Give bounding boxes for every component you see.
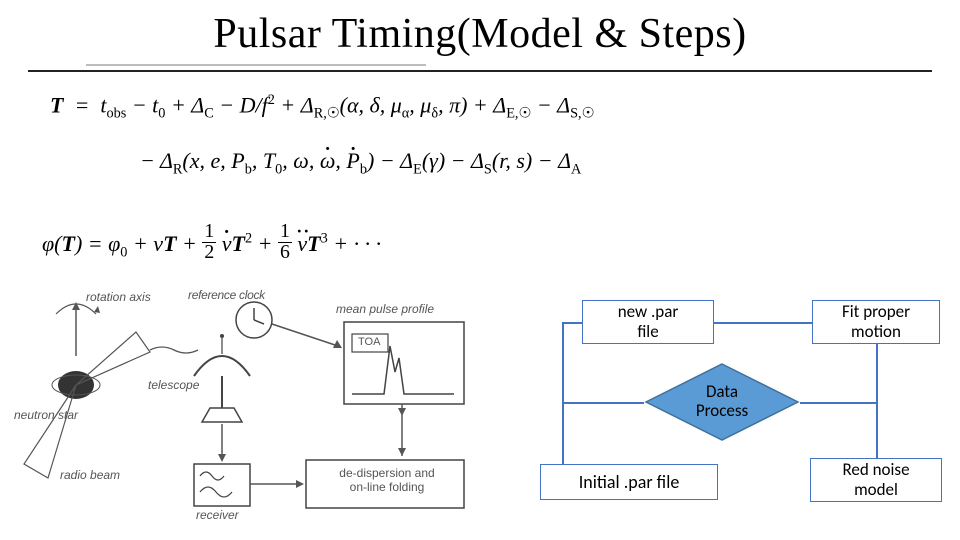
box-initial-par-file: Initial .par file xyxy=(540,464,718,500)
conn-left-to-newpar xyxy=(562,322,582,324)
box-fit-proper-label: Fit proper motion xyxy=(842,302,910,341)
box-initial-label: Initial .par file xyxy=(579,472,680,493)
label-mean-pulse-profile: mean pulse profile xyxy=(336,302,434,316)
label-neutron-star: neutron star xyxy=(14,408,78,422)
label-dedispersion: de-dispersion and on-line folding xyxy=(314,466,460,494)
label-toa: TOA xyxy=(358,336,380,348)
label-rotation-axis: rotation axis xyxy=(86,290,151,304)
page-title: Pulsar Timing(Model & Steps) xyxy=(0,0,960,58)
flowchart: new .par file Fit proper motion Data Pro… xyxy=(490,300,950,530)
conn-newpar-fitpm xyxy=(714,322,812,324)
equation-phase: φ(T) = φ0 + νT + 12 νT2 + 16 νT3 + · · · xyxy=(42,222,381,263)
conn-diamond-left xyxy=(562,402,644,404)
equation-line-2: − ΔR(x, e, Pb, T0, ω, ω, Pb) − ΔE(γ) − Δ… xyxy=(140,148,581,178)
title-underline-shadow xyxy=(86,64,426,66)
box-red-noise-label: Red noise model xyxy=(842,460,909,499)
conn-diamond-right xyxy=(800,402,876,404)
pulsar-pipeline-sketch: rotation axis reference clock telescope … xyxy=(18,290,478,522)
box-new-par-label: new .par file xyxy=(618,302,679,341)
diamond-label: Data Process xyxy=(644,362,800,442)
equation-line-1: T = tobs − t0 + ΔC − D/f2 + ΔR,☉(α, δ, μ… xyxy=(50,92,594,123)
box-new-par-file: new .par file xyxy=(582,300,714,344)
conn-right-vert xyxy=(876,344,878,458)
label-reference-clock: reference clock xyxy=(188,288,265,302)
label-receiver: receiver xyxy=(196,508,239,522)
label-telescope: telescope xyxy=(148,378,199,392)
title-underline xyxy=(28,70,932,72)
label-radio-beam: radio beam xyxy=(60,468,120,482)
box-fit-proper-motion: Fit proper motion xyxy=(812,300,940,344)
box-red-noise-model: Red noise model xyxy=(810,458,942,502)
diamond-data-process: Data Process xyxy=(644,362,800,442)
